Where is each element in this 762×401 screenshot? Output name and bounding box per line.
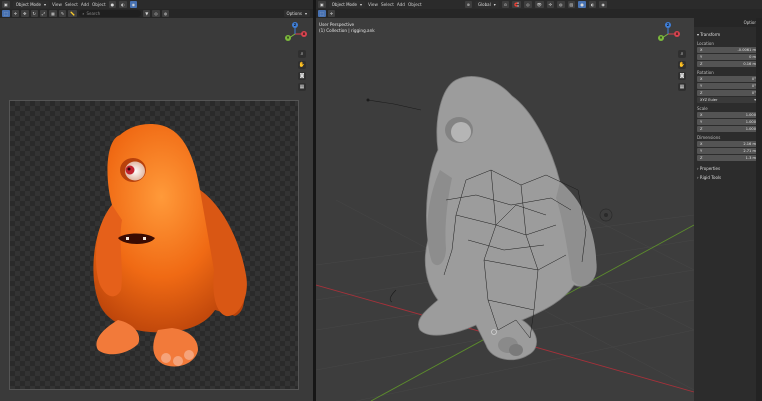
dimensions-group: Dimensions X 2.16 m Y 2.71 m Z 1.3 m (694, 135, 762, 161)
rotation-x-field[interactable]: X 0° (697, 76, 759, 82)
camera-icon[interactable]: ◙ (678, 72, 686, 80)
n-panel-header: Options (694, 18, 762, 27)
y-axis-icon[interactable]: Y (658, 35, 664, 41)
left-viewport-editor[interactable]: ▣ Object Mode ▾ View Select Add Object ● … (0, 0, 313, 401)
scale-x-field[interactable]: X 1.000 (697, 112, 759, 118)
n-panel-tabs[interactable] (756, 18, 762, 401)
dimensions-y-field[interactable]: Y 2.71 m (697, 148, 759, 154)
orange-monster-render (93, 124, 247, 367)
z-axis-icon[interactable]: Z (665, 22, 671, 28)
pan-hand-icon[interactable]: ✋ (678, 61, 686, 69)
transform-panel-header[interactable]: ▾ Transform (694, 30, 762, 39)
x-axis-icon[interactable]: X (674, 31, 680, 37)
rotation-label: Rotation (697, 70, 714, 75)
location-group: Location X -0.0061 m Y0 m Z 0.16 m (694, 41, 762, 67)
right-view-tools: ⌕ ✋ ◙ ▦ (678, 50, 686, 91)
properties-panel-header[interactable]: › Properties (694, 164, 762, 173)
collection-label: (1) Collection | rigging.ank (319, 28, 375, 33)
dimensions-z-field[interactable]: Z 1.3 m (697, 155, 759, 161)
location-z-field[interactable]: Z 0.16 m (697, 61, 759, 67)
zoom-icon[interactable]: ⌕ (678, 50, 686, 58)
scale-label: Scale (697, 106, 708, 111)
navigation-gizmo[interactable]: Z X Y (656, 22, 680, 46)
viewport-info: User Perspective (1) Collection | riggin… (319, 22, 375, 34)
scale-y-field[interactable]: Y 1.000 (697, 119, 759, 125)
scale-group: Scale X 1.000 Y 1.000 Z 1.000 (694, 106, 762, 132)
rotation-group: Rotation X0° Y0° Z0° XYZ Euler▾ (694, 70, 762, 103)
dimensions-label: Dimensions (697, 135, 721, 140)
n-panel-sidebar: Options ▾ Transform Location X -0.0061 m … (694, 18, 762, 401)
location-y-field[interactable]: Y0 m (697, 54, 759, 60)
rotation-mode-dropdown[interactable]: XYZ Euler▾ (697, 97, 759, 103)
dimensions-x-field[interactable]: X 2.16 m (697, 141, 759, 147)
location-x-field[interactable]: X -0.0061 m (697, 47, 759, 53)
scale-z-field[interactable]: Z 1.000 (697, 126, 759, 132)
rotation-z-field[interactable]: Z 0° (697, 90, 759, 96)
rotation-y-field[interactable]: Y 0° (697, 83, 759, 89)
rigid-tools-panel-header[interactable]: › Rigid Tools (694, 173, 762, 182)
location-label: Location (697, 41, 714, 46)
grid-icon[interactable]: ▦ (678, 83, 686, 91)
